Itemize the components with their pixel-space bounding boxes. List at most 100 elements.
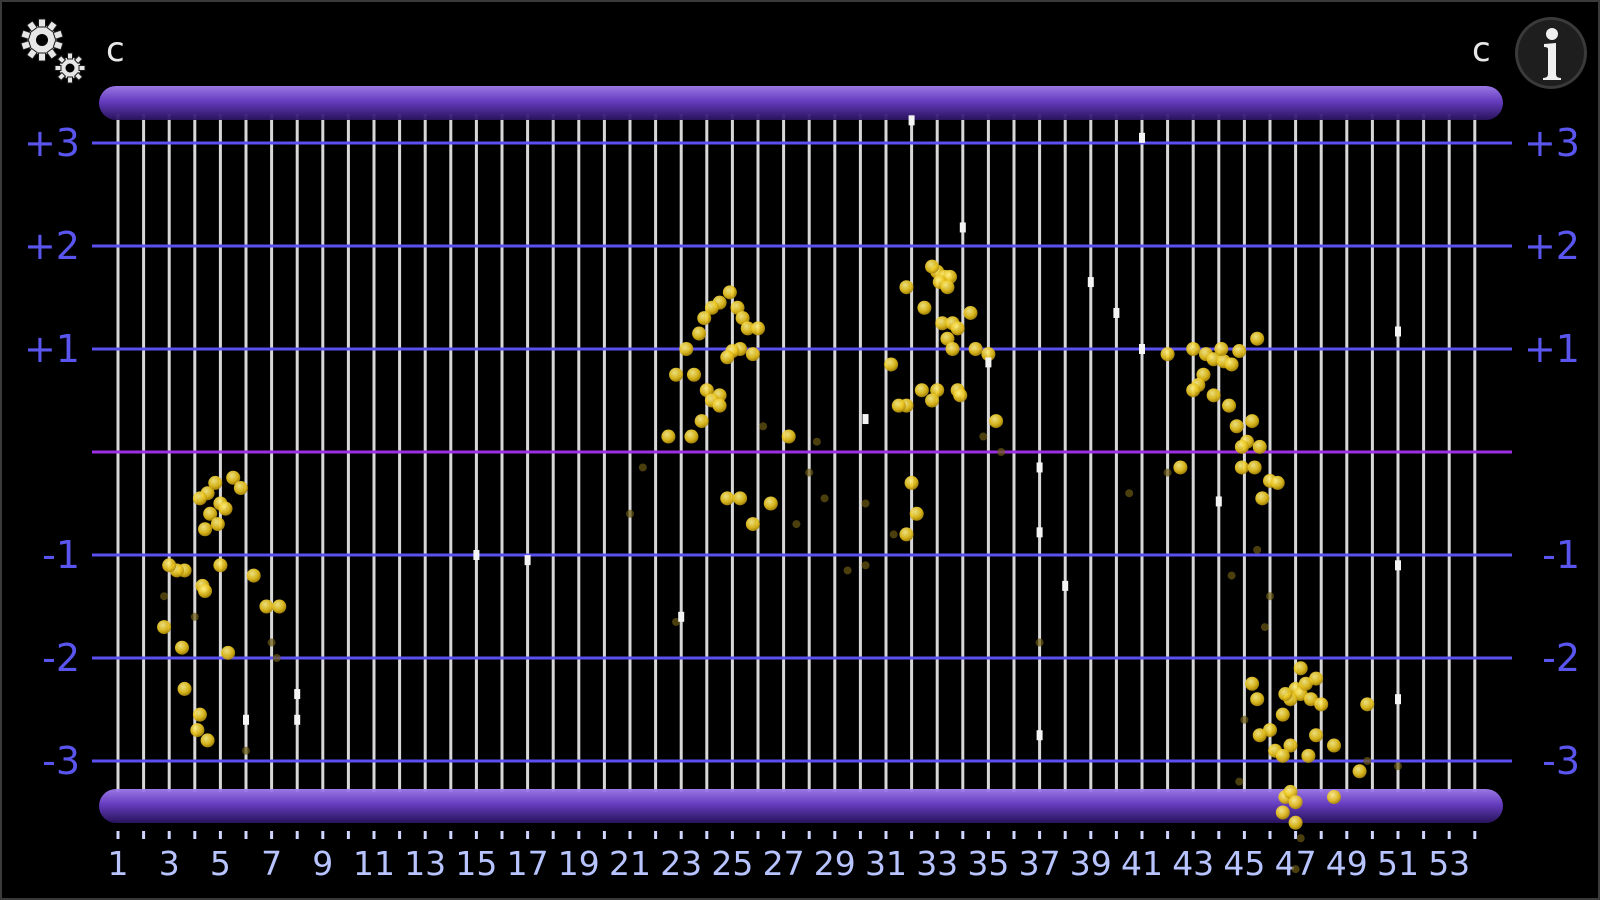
white-marker [294,689,301,700]
dim-point [805,468,814,477]
data-point [1222,398,1237,413]
dim-point [1125,489,1134,498]
x-tick-mark [346,831,350,839]
x-tick-label: 19 [558,844,600,883]
dim-point [272,654,281,662]
white-marker [1036,730,1043,741]
x-tick-label: 23 [660,844,702,883]
data-point [1275,748,1290,763]
dim-point [267,638,276,647]
dim-point [1363,757,1372,765]
white-marker [1036,462,1043,473]
white-marker [959,222,966,233]
data-point [1206,388,1221,403]
data-point [1278,687,1293,702]
data-point [1234,460,1249,475]
data-point [1252,728,1267,743]
x-tick-mark [628,831,632,839]
x-tick-mark [398,831,402,839]
dim-point [638,463,647,472]
data-point [1309,671,1324,686]
x-tick-label: 53 [1428,844,1470,883]
dim-point [1296,834,1305,843]
white-marker [1036,527,1043,538]
data-point [1160,347,1175,362]
white-marker [1139,132,1145,143]
data-point [190,723,205,738]
x-tick-mark [705,831,709,839]
data-point [162,558,177,573]
data-point [940,280,955,295]
white-marker [243,714,249,725]
x-tick-label: 47 [1275,844,1317,883]
x-tick-mark [1166,831,1170,839]
x-tick-mark [833,831,837,839]
dim-point [190,612,199,621]
dim-point [160,592,169,601]
info-icon[interactable] [1514,16,1588,90]
x-tick-label: 39 [1070,844,1112,883]
y-axis-left: +3 +2 +1 -1 -2 -3 [24,121,80,783]
dim-point [889,530,898,539]
x-tick-mark [1038,831,1042,839]
data-point [720,350,735,365]
data-point [198,522,213,537]
data-point [909,506,924,521]
x-tick-mark [858,831,862,839]
data-point [1352,764,1367,779]
data-point [1301,748,1316,763]
data-point [210,517,225,532]
data-point [221,645,236,660]
top-bar [99,86,1503,120]
x-tick-label: 5 [210,844,231,883]
y-tick-label: +2 [1524,224,1580,268]
dim-point [1163,468,1172,477]
data-point [233,481,248,496]
data-point [157,620,172,635]
white-marker [294,714,301,725]
gear-tooth [67,76,73,84]
x-tick-label: 11 [353,844,395,883]
data-point [1173,460,1188,475]
x-tick-mark [756,831,760,839]
data-point [1224,357,1239,372]
y-tick-label: -3 [1542,739,1580,783]
data-point [192,491,207,506]
x-tick-label: 31 [865,844,907,883]
x-tick-mark [1114,831,1118,839]
x-tick-mark [1191,831,1195,839]
gears-icon[interactable] [12,10,92,90]
dim-point [861,499,870,508]
dim-point [843,566,852,575]
white-marker [1062,580,1069,591]
x-tick-label: 9 [312,844,333,883]
x-tick-mark [1217,831,1221,839]
dim-point [979,432,988,441]
gear-tooth [67,52,73,60]
y-tick-label: +3 [1524,121,1580,165]
data-point [904,475,919,490]
data-point [1232,344,1247,359]
data-point [679,342,694,356]
data-point [925,393,940,408]
y-tick-label: -3 [42,739,80,783]
dim-point [997,448,1006,456]
x-tick-mark [961,831,965,839]
white-marker [524,555,531,566]
white-marker [985,357,992,368]
data-point [175,640,189,655]
dim-point [1394,762,1402,771]
data-point [917,300,932,315]
white-marker [1395,694,1401,705]
data-point [1309,728,1324,743]
data-point [945,342,960,356]
data-point [1270,475,1285,490]
x-tick-mark [1396,831,1400,839]
x-tick-mark [244,831,248,839]
y-tick-label: -1 [42,533,80,577]
data-point [963,305,978,320]
y-tick-label: +1 [24,327,80,371]
data-point [1229,419,1244,434]
x-tick-mark [449,831,453,839]
data-point [1245,676,1260,691]
